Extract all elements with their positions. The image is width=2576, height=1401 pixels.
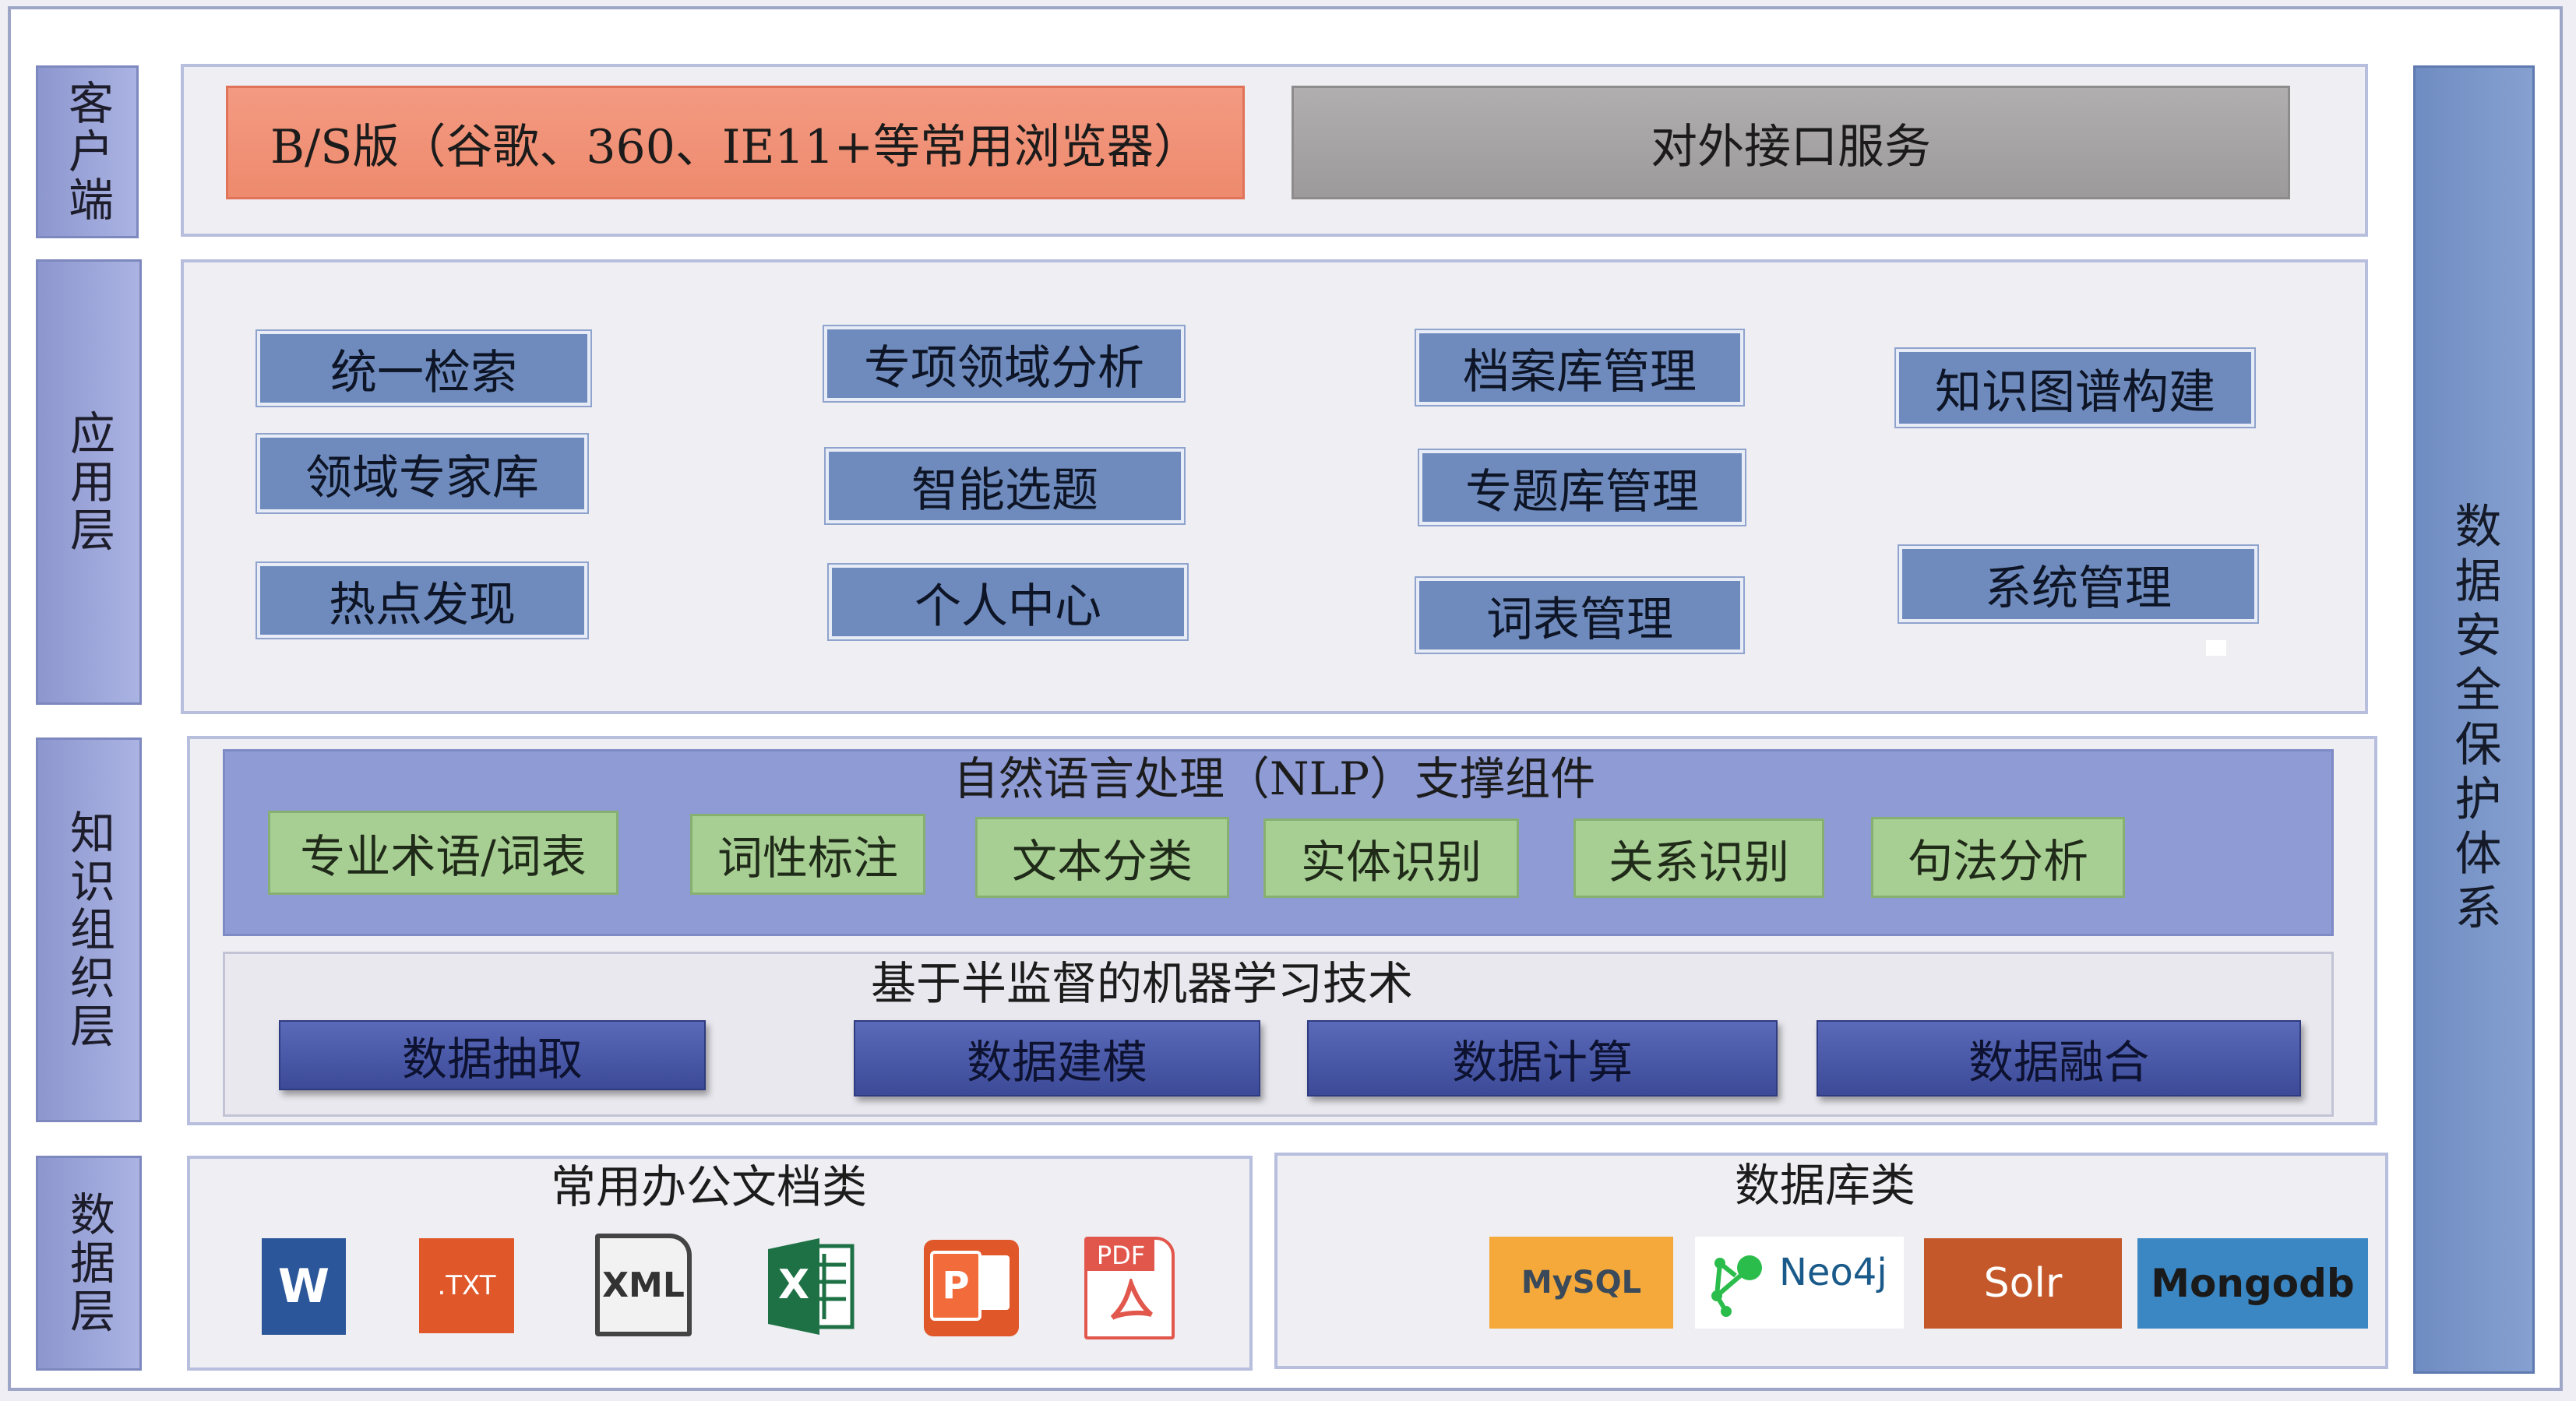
ml-title: 基于半监督的机器学习技术 bbox=[870, 957, 1413, 1010]
app-module-domain-analysis: 专项领域分析 bbox=[824, 326, 1184, 401]
app-module-topic-selection: 智能选题 bbox=[826, 449, 1184, 523]
app-module-personal-center: 个人中心 bbox=[829, 565, 1187, 639]
app-module-expert-library: 领域专家库 bbox=[257, 435, 587, 512]
app-module-hotspot-discovery: 热点发现 bbox=[257, 563, 587, 638]
word-icon: W bbox=[262, 1238, 346, 1335]
app-module-unified-search: 统一检索 bbox=[257, 331, 590, 406]
ml-item-data-modeling: 数据建模 bbox=[854, 1020, 1260, 1097]
mysql-logo: MySQL bbox=[1489, 1237, 1673, 1329]
ml-item-data-extraction: 数据抽取 bbox=[279, 1020, 706, 1090]
layer-label-client: 客户端 bbox=[36, 65, 139, 238]
nlp-item-terminology: 专业术语/词表 bbox=[268, 811, 618, 895]
security-system-bar: 数据安全保护体系 bbox=[2413, 65, 2535, 1374]
decorative-mark bbox=[2206, 640, 2226, 656]
txt-icon: .TXT bbox=[419, 1238, 514, 1333]
app-module-system-management: 系统管理 bbox=[1899, 546, 2257, 622]
solr-logo: Solr bbox=[1924, 1238, 2122, 1329]
nlp-item-pos-tagging: 词性标注 bbox=[690, 814, 925, 895]
pdf-icon: PDF bbox=[1084, 1237, 1175, 1339]
nlp-item-text-classification: 文本分类 bbox=[975, 817, 1229, 898]
external-api-service-box: 对外接口服务 bbox=[1292, 86, 2290, 199]
powerpoint-icon: P bbox=[924, 1240, 1019, 1336]
database-title: 数据库类 bbox=[1734, 1159, 1915, 1212]
layer-label-application: 应用层 bbox=[36, 259, 142, 705]
mongodb-logo: Mongodb bbox=[2137, 1238, 2368, 1329]
ml-item-data-computing: 数据计算 bbox=[1307, 1020, 1778, 1097]
office-documents-title: 常用办公文档类 bbox=[550, 1160, 867, 1213]
nlp-item-syntax-analysis: 句法分析 bbox=[1871, 817, 2125, 898]
layer-label-knowledge: 知识组织层 bbox=[36, 737, 142, 1122]
layer-label-data: 数据层 bbox=[36, 1156, 142, 1371]
app-module-topic-library-management: 专题库管理 bbox=[1419, 450, 1745, 525]
xml-icon: XML bbox=[595, 1234, 692, 1336]
ml-item-data-fusion: 数据融合 bbox=[1817, 1020, 2301, 1097]
app-module-vocabulary-management: 词表管理 bbox=[1416, 578, 1743, 653]
app-module-archive-management: 档案库管理 bbox=[1416, 330, 1743, 405]
browser-client-box: B/S版（谷歌、360、IE11+等常用浏览器） bbox=[226, 86, 1245, 199]
neo4j-logo: Neo4j bbox=[1695, 1237, 1904, 1329]
app-module-knowledge-graph: 知识图谱构建 bbox=[1896, 349, 2254, 427]
excel-icon: X bbox=[768, 1238, 855, 1335]
nlp-title: 自然语言处理（NLP）支撑组件 bbox=[953, 752, 1596, 805]
nlp-item-relation-recognition: 关系识别 bbox=[1573, 818, 1824, 898]
nlp-item-entity-recognition: 实体识别 bbox=[1263, 818, 1519, 898]
